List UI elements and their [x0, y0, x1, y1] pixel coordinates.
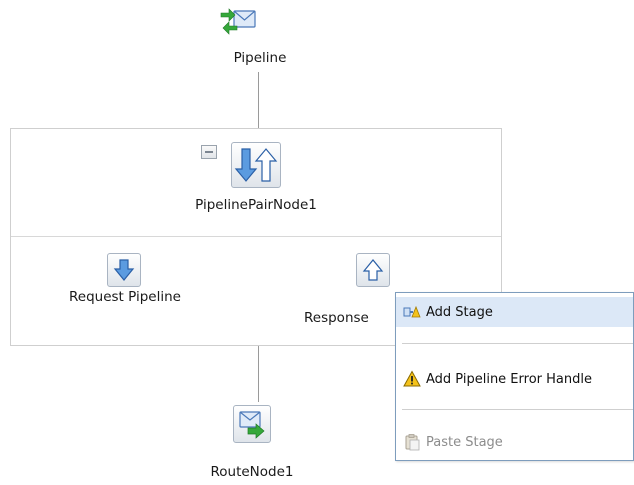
connector-line-bottom	[258, 346, 259, 402]
down-arrow-icon	[113, 259, 135, 281]
request-pipeline-label: Request Pipeline	[69, 289, 181, 305]
pipeline-envelope-icon	[220, 8, 256, 35]
collapse-icon[interactable]	[201, 145, 217, 159]
menu-item-add-pipeline-error-handler[interactable]: Add Pipeline Error Handle	[396, 364, 633, 394]
request-pipeline-button[interactable]	[107, 253, 141, 287]
pipeline-label: Pipeline	[233, 50, 287, 66]
response-pipeline-button[interactable]	[356, 253, 390, 287]
context-menu: Add Stage Add Pipeline Error Handle Past…	[395, 292, 634, 461]
menu-item-label: Add Stage	[426, 304, 493, 320]
pair-divider	[11, 236, 501, 237]
menu-separator	[402, 343, 633, 347]
pipeline-pair-button[interactable]	[231, 142, 281, 188]
menu-item-label: Paste Stage	[426, 434, 503, 450]
menu-item-paste-stage[interactable]: Paste Stage	[396, 427, 633, 457]
menu-item-label: Add Pipeline Error Handle	[426, 371, 592, 387]
up-arrow-icon	[362, 259, 384, 281]
route-node-label: RouteNode1	[210, 464, 294, 480]
paste-icon	[403, 433, 421, 451]
menu-separator	[402, 409, 633, 413]
warning-icon	[403, 370, 421, 388]
response-pipeline-label: Response	[304, 310, 369, 326]
menu-item-add-stage[interactable]: Add Stage	[396, 297, 633, 327]
route-node-button[interactable]	[233, 405, 271, 443]
pipeline-pair-arrows-icon	[234, 148, 278, 182]
pipeline-pair-label: PipelinePairNode1	[195, 197, 317, 213]
route-envelope-icon	[239, 411, 265, 439]
add-stage-icon	[403, 303, 421, 321]
connector-line-top	[258, 72, 259, 128]
pipeline-node[interactable]: Pipeline	[210, 4, 310, 74]
